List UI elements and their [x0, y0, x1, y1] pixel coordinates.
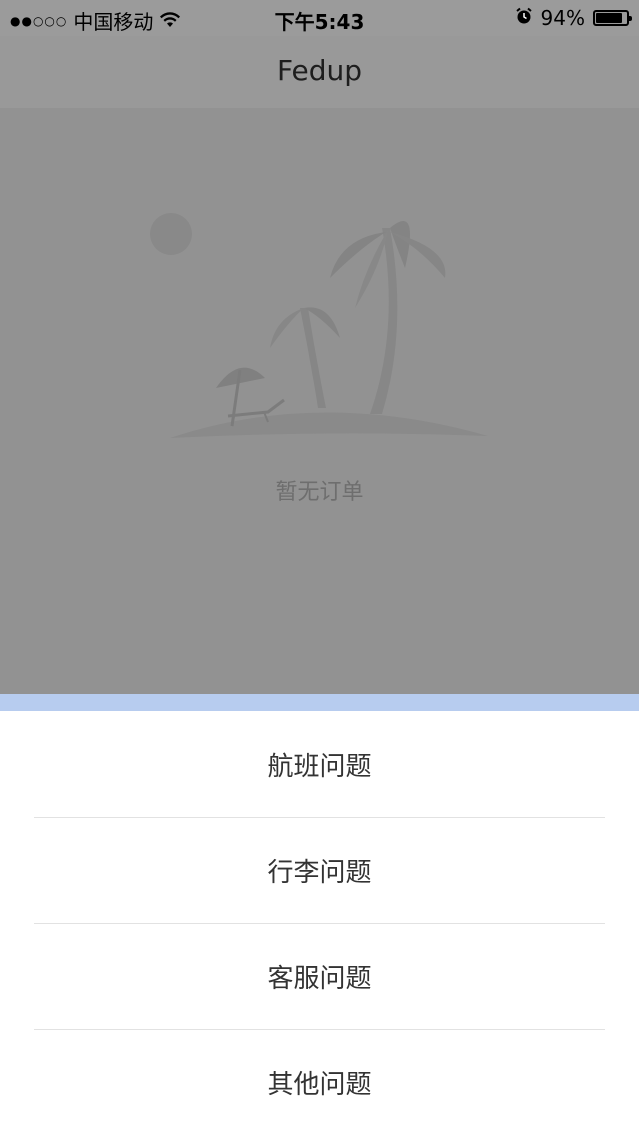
status-right: 94%	[515, 6, 632, 30]
action-sheet-top-bar	[0, 694, 639, 711]
sheet-item-baggage-issue[interactable]: 行李问题	[0, 817, 639, 923]
sheet-item-customer-service-issue[interactable]: 客服问题	[0, 923, 639, 1029]
battery-fill	[596, 13, 622, 23]
sheet-item-other-issue[interactable]: 其他问题	[0, 1029, 639, 1135]
battery-nub	[629, 16, 632, 21]
battery-icon	[593, 10, 632, 26]
action-sheet: 航班问题 行李问题 客服问题 其他问题	[0, 711, 639, 1136]
status-bar: ●●○○○ 中国移动 下午5:43 94%	[0, 0, 639, 36]
alarm-icon	[515, 6, 533, 30]
screen: ●●○○○ 中国移动 下午5:43 94% Fedup 暂无订单 航班问题 行李…	[0, 0, 639, 1136]
sheet-item-flight-issue[interactable]: 航班问题	[0, 711, 639, 817]
battery-percent: 94%	[540, 6, 585, 30]
modal-backdrop[interactable]	[0, 0, 639, 694]
